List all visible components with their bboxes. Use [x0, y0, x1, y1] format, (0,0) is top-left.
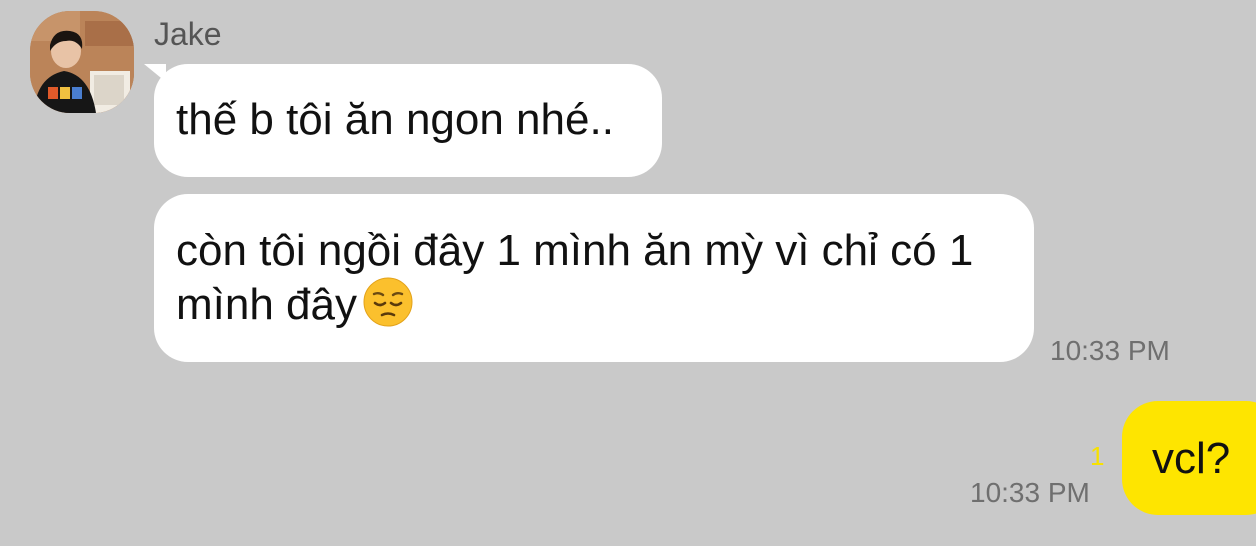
avatar-photo	[30, 11, 134, 113]
sender-name: Jake	[154, 16, 222, 52]
message-timestamp: 10:33 PM	[970, 477, 1090, 508]
message-text: còn tôi ngồi đây 1 mình ăn mỳ vì chỉ có …	[176, 226, 974, 329]
message-timestamp: 10:33 PM	[1050, 335, 1170, 366]
pensive-face-icon	[363, 277, 413, 327]
incoming-message[interactable]: thế b tôi ăn ngon nhé..	[154, 64, 662, 177]
outgoing-message[interactable]: vcl?	[1122, 401, 1256, 515]
unread-count: 1	[1090, 441, 1105, 471]
message-text: vcl?	[1152, 434, 1231, 483]
avatar[interactable]	[30, 11, 134, 113]
incoming-message[interactable]: còn tôi ngồi đây 1 mình ăn mỳ vì chỉ có …	[154, 194, 1034, 362]
message-text: thế b tôi ăn ngon nhé..	[176, 95, 614, 144]
